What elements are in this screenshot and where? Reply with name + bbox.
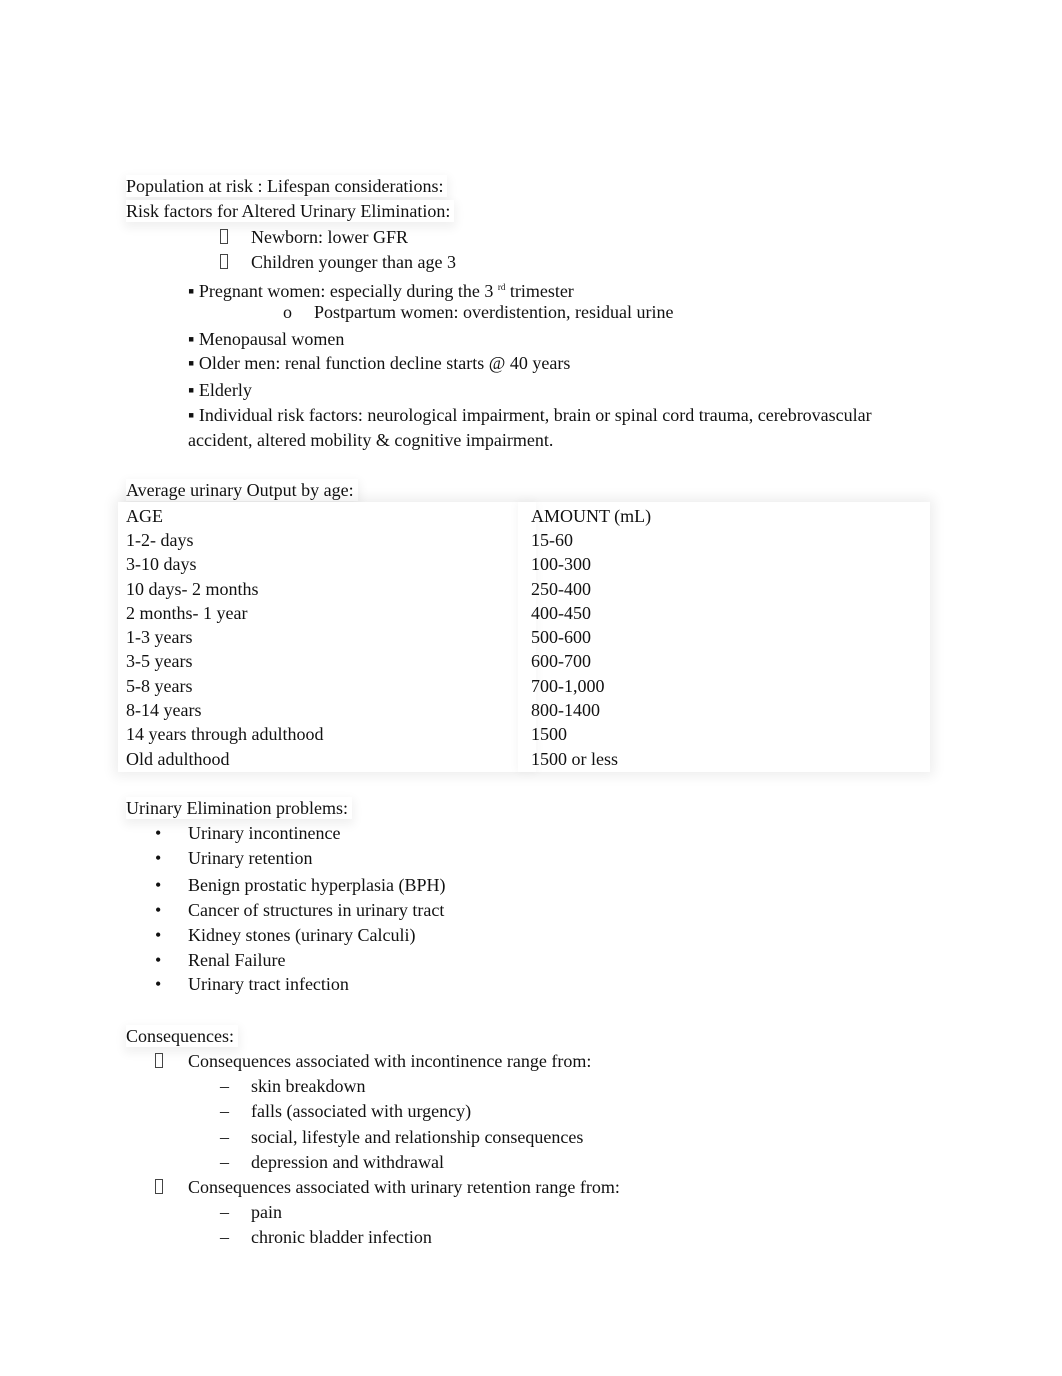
- dash-bullet-icon: –: [220, 1152, 229, 1172]
- table-header-row: AGE AMOUNT (mL): [126, 506, 652, 526]
- table-title: Average urinary Output by age:: [126, 479, 358, 501]
- age-cell: 10 days- 2 months: [126, 579, 259, 599]
- dash-bullet-icon: –: [220, 1076, 229, 1096]
- table-row: 5-8 years 700-1,000: [118, 675, 930, 697]
- missing-glyph-bullet-icon: [155, 1053, 163, 1068]
- missing-glyph-bullet-icon: [220, 229, 228, 244]
- table-row: 10 days- 2 months 250-400: [118, 578, 930, 600]
- list-item: • Urinary incontinence: [155, 823, 341, 843]
- table-row: Old adulthood 1500 or less: [118, 748, 930, 770]
- amount-cell: 15-60: [531, 530, 573, 550]
- list-item: • Urinary tract infection: [155, 974, 349, 994]
- amount-cell: 500-600: [531, 627, 591, 647]
- dash-bullet-icon: –: [220, 1202, 229, 1222]
- consequence-group: Consequences associated with incontinenc…: [155, 1050, 591, 1072]
- list-item: – social, lifestyle and relationship cons…: [220, 1127, 584, 1147]
- bullet-icon: •: [155, 848, 162, 868]
- list-item: o Postpartum women: overdistention, resid…: [283, 302, 674, 322]
- amount-cell: 1500 or less: [531, 749, 618, 769]
- bullet-icon: •: [155, 823, 162, 843]
- bullet-icon: •: [155, 875, 162, 895]
- amount-cell: 1500: [531, 724, 567, 744]
- document-page: Population at risk : Lifespan considerat…: [0, 0, 1062, 1376]
- table-row: 1-3 years 500-600: [118, 626, 930, 648]
- list-item: • Benign prostatic hyperplasia (BPH): [155, 875, 446, 895]
- list-item: ▪ Individual risk factors: neurological …: [188, 405, 872, 425]
- amount-cell: 250-400: [531, 579, 591, 599]
- amount-cell: 800-1400: [531, 700, 600, 720]
- age-cell: Old adulthood: [126, 749, 230, 769]
- list-item: ▪ Older men: renal function decline star…: [188, 353, 571, 373]
- table-row: 2 months- 1 year 400-450: [118, 602, 930, 624]
- list-item: ▪ Pregnant women: especially during the …: [188, 281, 574, 301]
- age-cell: 3-5 years: [126, 651, 193, 671]
- dash-bullet-icon: –: [220, 1101, 229, 1121]
- missing-glyph-bullet-icon: [220, 254, 228, 269]
- list-item: • Renal Failure: [155, 950, 286, 970]
- dash-bullet-icon: –: [220, 1127, 229, 1147]
- list-item: – pain: [220, 1202, 282, 1222]
- list-item-continuation: accident, altered mobility & cognitive i…: [188, 430, 554, 450]
- age-cell: 1-2- days: [126, 530, 194, 550]
- consequence-group: Consequences associated with urinary ret…: [155, 1176, 620, 1198]
- list-item: • Urinary retention: [155, 848, 313, 868]
- age-cell: 14 years through adulthood: [126, 724, 324, 744]
- bullet-icon: •: [155, 900, 162, 920]
- table-row: 14 years through adulthood 1500: [118, 723, 930, 745]
- age-cell: 5-8 years: [126, 676, 193, 696]
- table-row: 8-14 years 800-1400: [118, 699, 930, 721]
- bullet-icon: •: [155, 974, 162, 994]
- list-item: – depression and withdrawal: [220, 1152, 444, 1172]
- heading-population: Population at risk : Lifespan considerat…: [126, 175, 448, 197]
- bullet-icon: •: [155, 925, 162, 945]
- amount-cell: 600-700: [531, 651, 591, 671]
- list-item: • Kidney stones (urinary Calculi): [155, 925, 416, 945]
- list-item: ▪ Menopausal women: [188, 329, 345, 349]
- amount-cell: 700-1,000: [531, 676, 605, 696]
- list-item: Newborn: lower GFR: [220, 226, 408, 248]
- list-item: • Cancer of structures in urinary tract: [155, 900, 445, 920]
- amount-cell: 100-300: [531, 554, 591, 574]
- age-cell: 2 months- 1 year: [126, 603, 248, 623]
- list-item: – skin breakdown: [220, 1076, 366, 1096]
- heading-risk-factors: Risk factors for Altered Urinary Elimina…: [126, 200, 455, 222]
- age-cell: 1-3 years: [126, 627, 193, 647]
- age-cell: 3-10 days: [126, 554, 197, 574]
- heading-consequences: Consequences:: [126, 1025, 238, 1047]
- table-row: 3-5 years 600-700: [118, 650, 930, 672]
- bullet-icon: •: [155, 950, 162, 970]
- list-item: Children younger than age 3: [220, 251, 456, 273]
- amount-cell: 400-450: [531, 603, 591, 623]
- table-row: 1-2- days 15-60: [118, 529, 930, 551]
- list-item: – falls (associated with urgency): [220, 1101, 472, 1121]
- table-row: 3-10 days 100-300: [118, 553, 930, 575]
- missing-glyph-bullet-icon: [155, 1179, 163, 1194]
- list-item: – chronic bladder infection: [220, 1227, 432, 1247]
- sub-bullet-icon: o: [283, 302, 292, 322]
- age-cell: 8-14 years: [126, 700, 202, 720]
- urinary-output-table: AGE AMOUNT (mL) 1-2- days 15-60 3-10 days 1…: [118, 502, 930, 772]
- dash-bullet-icon: –: [220, 1227, 229, 1247]
- list-item: ▪ Elderly: [188, 380, 252, 400]
- heading-problems: Urinary Elimination problems:: [126, 797, 352, 819]
